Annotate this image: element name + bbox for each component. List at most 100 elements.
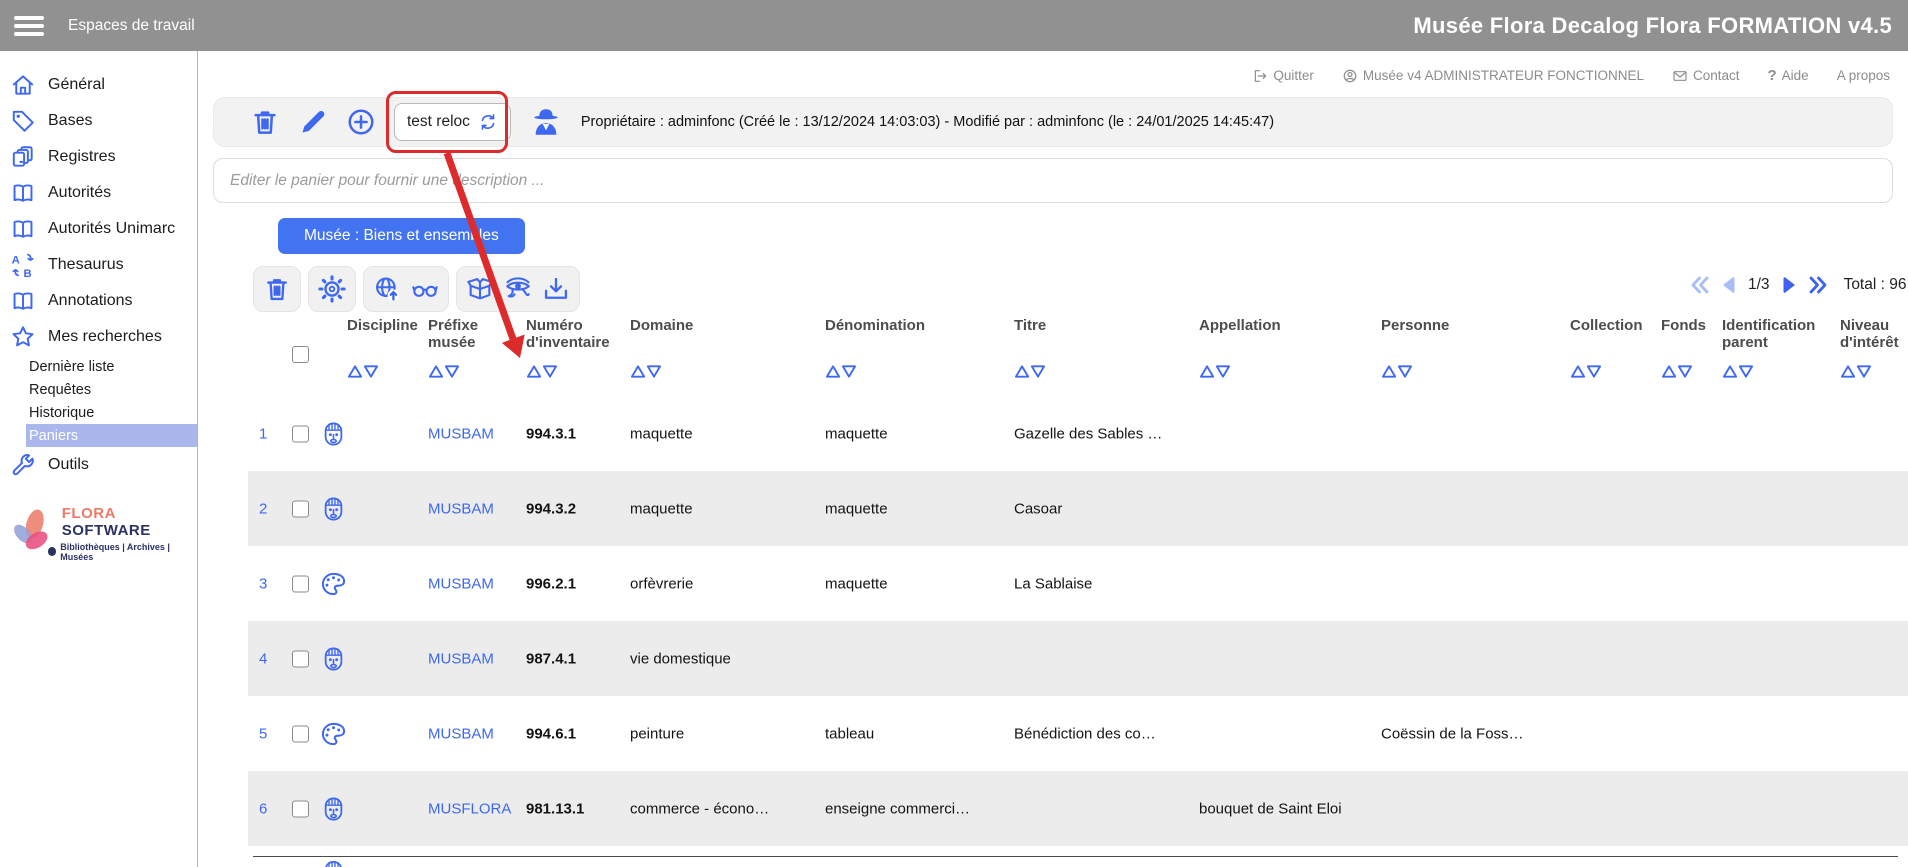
basket-name-button[interactable]: test reloc	[394, 103, 511, 141]
list-toolbar-button-open-box[interactable]	[456, 266, 580, 312]
row-checkbox[interactable]	[292, 425, 309, 442]
apropos-label: A propos	[1837, 68, 1890, 83]
sidebar-item-label: Bases	[48, 112, 92, 130]
sidebar-item-label: Outils	[48, 456, 89, 474]
cell-prefixe[interactable]: MUSBAM	[428, 725, 494, 742]
cell-prefixe[interactable]: MUSBAM	[428, 500, 494, 517]
spy-icon[interactable]	[529, 105, 563, 139]
sidebar-item-label: Registres	[48, 148, 116, 166]
cell-domaine: peinture	[630, 725, 684, 742]
sort-icons-niveau_interet[interactable]	[1840, 364, 1872, 379]
sort-icons-denomination[interactable]	[825, 364, 857, 379]
open-book-icon	[10, 180, 36, 206]
plus-circle-icon[interactable]	[346, 107, 376, 137]
sort-icons-numero[interactable]	[526, 364, 558, 379]
sidebar-item-general[interactable]: Général	[0, 67, 197, 103]
row-number-link[interactable]: 2	[259, 500, 267, 517]
pagination: 1/3 Total : 96	[1688, 273, 1906, 297]
sort-icons-collection[interactable]	[1570, 364, 1602, 379]
table-row: 3MUSBAM996.2.1orfèvreriemaquetteLa Sabla…	[248, 546, 1908, 621]
sort-icons-appellation[interactable]	[1199, 364, 1231, 379]
cell-prefixe[interactable]: MUSBAM	[428, 575, 494, 592]
list-toolbar-button-gear[interactable]	[308, 266, 356, 312]
aide-link[interactable]: ? Aide	[1768, 67, 1809, 84]
table-row: 2MUSBAM994.3.2maquettemaquetteCasoar	[248, 471, 1908, 546]
description-input[interactable]	[213, 158, 1893, 203]
sort-icons-titre[interactable]	[1014, 364, 1046, 379]
sidebar-item-requetes[interactable]: Requêtes	[26, 378, 197, 401]
sidebar-item-annotations[interactable]: Annotations	[0, 283, 197, 319]
column-header-discipline: Discipline	[347, 317, 429, 334]
cell-prefixe[interactable]: MUSFLORA	[428, 800, 511, 817]
sidebar-item-autorites-unimarc[interactable]: Autorités Unimarc	[0, 211, 197, 247]
column-header-collection: Collection	[1570, 317, 1660, 334]
user-account-menu[interactable]: Musée v4 ADMINISTRATEUR FONCTIONNEL	[1342, 68, 1644, 84]
column-header-domaine: Domaine	[630, 317, 740, 334]
first-page-icon[interactable]	[1688, 273, 1712, 297]
next-page-icon[interactable]	[1776, 273, 1800, 297]
sidebar-item-derniere-liste[interactable]: Dernière liste	[26, 355, 197, 378]
quitter-button[interactable]: Quitter	[1252, 68, 1314, 84]
cell-prefixe[interactable]: MUSBAM	[428, 650, 494, 667]
contact-label: Contact	[1693, 68, 1740, 83]
select-all-checkbox[interactable]	[292, 346, 309, 363]
svg-text:B: B	[24, 268, 32, 278]
sidebar-item-autorites[interactable]: Autorités	[0, 175, 197, 211]
list-toolbar-button-trash[interactable]	[253, 266, 301, 312]
registers-icon	[10, 144, 36, 170]
cell-titre: Bénédiction des co…	[1014, 725, 1156, 742]
last-page-icon[interactable]	[1806, 273, 1830, 297]
sidebar-item-mes-recherches[interactable]: Mes recherches	[0, 319, 197, 355]
sort-icons-identification_parent[interactable]	[1722, 364, 1754, 379]
column-header-titre: Titre	[1014, 317, 1164, 334]
cell-titre: Casoar	[1014, 500, 1062, 517]
workspace-label[interactable]: Espaces de travail	[68, 17, 195, 35]
sidebar-item-bases[interactable]: Bases	[0, 103, 197, 139]
sort-icons-fonds[interactable]	[1661, 364, 1693, 379]
sidebar-item-label: Général	[48, 76, 105, 94]
palette-icon	[320, 720, 347, 747]
row-checkbox[interactable]	[292, 650, 309, 667]
trash-icon[interactable]	[250, 107, 280, 137]
sidebar-item-outils[interactable]: Outils	[0, 447, 197, 483]
wrench-icon	[10, 452, 36, 478]
sort-icons-discipline[interactable]	[347, 364, 379, 379]
row-number-link[interactable]: 1	[259, 425, 267, 442]
cell-numero: 987.4.1	[526, 650, 576, 667]
total-count: Total : 96	[1844, 276, 1907, 294]
row-number-link[interactable]: 3	[259, 575, 267, 592]
row-checkbox[interactable]	[292, 800, 309, 817]
sidebar-item-historique[interactable]: Historique	[26, 401, 197, 424]
row-checkbox[interactable]	[292, 500, 309, 517]
table-row: 5MUSBAM994.6.1peinturetableauBénédiction…	[248, 696, 1908, 771]
row-checkbox[interactable]	[292, 575, 309, 592]
sidebar-item-registres[interactable]: Registres	[0, 139, 197, 175]
glasses-icon	[411, 275, 439, 303]
main-content: Quitter Musée v4 ADMINISTRATEUR FONCTION…	[198, 51, 1908, 867]
scope-pill[interactable]: Musée : Biens et ensembles	[278, 218, 525, 254]
tribal-mask-icon	[320, 645, 347, 672]
envelope-icon	[1672, 68, 1688, 84]
cell-prefixe[interactable]: MUSBAM	[428, 425, 494, 442]
column-header-denomination: Dénomination	[825, 317, 985, 334]
apropos-link[interactable]: A propos	[1837, 68, 1890, 83]
cell-numero: 981.13.1	[526, 800, 584, 817]
sidebar-item-thesaurus[interactable]: ABThesaurus	[0, 247, 197, 283]
tribal-mask-icon	[320, 495, 347, 522]
row-number-link[interactable]: 4	[259, 650, 267, 667]
hamburger-menu-icon[interactable]	[14, 12, 44, 40]
sort-icons-domaine[interactable]	[630, 364, 662, 379]
previous-page-icon[interactable]	[1718, 273, 1742, 297]
contact-link[interactable]: Contact	[1672, 68, 1740, 84]
pencil-icon[interactable]	[298, 107, 328, 137]
row-number-link[interactable]: 6	[259, 800, 267, 817]
column-header-prefixe: Préfixe musée	[428, 317, 490, 352]
sort-icons-personne[interactable]	[1381, 364, 1413, 379]
sidebar-item-label: Autorités	[48, 184, 111, 202]
sidebar-item-paniers[interactable]: Paniers	[26, 424, 197, 447]
sidebar-item-label: Annotations	[48, 292, 133, 310]
row-number-link[interactable]: 5	[259, 725, 267, 742]
list-toolbar-button-globe-upload[interactable]	[363, 266, 449, 312]
sort-icons-prefixe[interactable]	[428, 364, 460, 379]
row-checkbox[interactable]	[292, 725, 309, 742]
